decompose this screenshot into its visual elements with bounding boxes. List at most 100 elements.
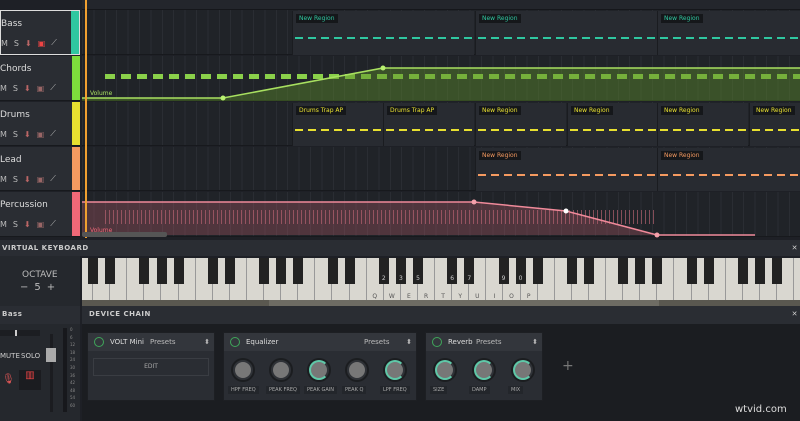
automation-point[interactable] — [563, 208, 569, 214]
device-chain-title: DEVICE CHAIN — [89, 310, 151, 318]
meter-tick: 60 — [70, 402, 76, 408]
black-key[interactable] — [88, 258, 99, 284]
dropdown-arrows-icon[interactable]: ⬍ — [532, 338, 538, 346]
black-key[interactable] — [173, 258, 184, 284]
mixer-track-name: Bass — [2, 310, 23, 318]
playhead[interactable] — [85, 0, 87, 238]
dropdown-arrows-icon[interactable]: ⬍ — [204, 338, 210, 346]
meter-tick: 6 — [70, 334, 73, 340]
keyboard-title: VIRTUAL KEYBOARD — [2, 244, 89, 252]
level-meter — [63, 328, 67, 412]
pan-slider[interactable] — [0, 330, 40, 336]
mute-button[interactable]: MUTE — [0, 352, 20, 360]
automation-point[interactable] — [380, 65, 386, 71]
presets-dropdown[interactable]: Presets — [476, 338, 532, 346]
black-key[interactable] — [566, 258, 577, 284]
device-name: VOLT Mini — [110, 338, 144, 346]
black-key[interactable] — [224, 258, 235, 284]
solo-button[interactable]: SOLO — [21, 352, 40, 360]
black-key[interactable] — [259, 258, 270, 284]
close-icon[interactable]: ✕ — [792, 240, 798, 256]
meter-tick: 30 — [70, 364, 76, 370]
white-key[interactable] — [794, 258, 800, 300]
black-key[interactable] — [772, 258, 783, 284]
black-key[interactable] — [737, 258, 748, 284]
black-key[interactable] — [344, 258, 355, 284]
meter-tick: 42 — [70, 380, 76, 386]
black-key[interactable] — [635, 258, 646, 284]
black-key[interactable]: 7 — [464, 258, 475, 284]
volume-fader[interactable] — [46, 334, 56, 412]
meter-tick: 54 — [70, 395, 76, 401]
piano-keyboard[interactable]: QWERTYUIOP2356790 — [82, 258, 800, 300]
black-key[interactable] — [276, 258, 287, 284]
device-equalizer: Equalizer Presets ⬍ HPF FREQ PEAK FREQ PEAK … — [223, 332, 417, 401]
black-key[interactable]: 5 — [413, 258, 423, 284]
octave-plus-button[interactable]: + — [47, 282, 55, 293]
knob-damp[interactable] — [474, 360, 494, 380]
power-icon[interactable] — [94, 337, 104, 347]
close-icon[interactable]: ✕ — [792, 306, 798, 322]
black-key[interactable] — [703, 258, 714, 284]
meter-tick: 48 — [70, 387, 76, 393]
presets-dropdown[interactable]: Presets — [364, 338, 406, 346]
knob-mix[interactable] — [513, 360, 533, 380]
knob-label: PEAK FREQ — [266, 386, 300, 394]
black-key[interactable] — [156, 258, 167, 284]
automation-point[interactable] — [654, 232, 660, 238]
black-key[interactable] — [105, 258, 116, 284]
black-key[interactable]: 0 — [515, 258, 526, 284]
device-name: Reverb — [448, 338, 473, 346]
piano-input-icon[interactable]: ▥ — [19, 370, 41, 390]
automation-point[interactable] — [471, 199, 477, 205]
knob-hpf-freq[interactable] — [233, 360, 253, 380]
knob-lpf-freq[interactable] — [385, 360, 405, 380]
knob-peak-q[interactable] — [347, 360, 367, 380]
meter-tick: 36 — [70, 372, 76, 378]
presets-dropdown[interactable]: Presets — [150, 338, 204, 346]
black-key[interactable]: 6 — [447, 258, 458, 284]
knob-label: MIX — [508, 386, 524, 394]
knob-label: HPF FREQ — [228, 386, 259, 394]
power-icon[interactable] — [432, 337, 442, 347]
black-key[interactable] — [293, 258, 304, 284]
add-device-button[interactable]: + — [562, 358, 574, 374]
black-key[interactable]: 3 — [395, 258, 406, 284]
black-key[interactable] — [652, 258, 663, 284]
power-icon[interactable] — [230, 337, 240, 347]
edit-button[interactable]: EDIT — [93, 358, 209, 376]
black-key[interactable] — [755, 258, 765, 284]
black-key[interactable] — [327, 258, 338, 284]
automation-point[interactable] — [220, 95, 226, 101]
watermark: wtvid.com — [735, 404, 787, 415]
device-name: Equalizer — [246, 338, 279, 346]
black-key[interactable]: 2 — [378, 258, 389, 284]
device-reverb: Reverb Presets ⬍ SIZE DAMP MIX — [425, 332, 543, 401]
black-key[interactable] — [207, 258, 218, 284]
meter-tick: 12 — [70, 342, 76, 348]
dropdown-arrows-icon[interactable]: ⬍ — [406, 338, 412, 346]
meter-tick: 0 — [70, 327, 73, 332]
percussion-automation-fill — [82, 202, 657, 235]
black-key[interactable] — [584, 258, 594, 284]
knob-label: LPF FREQ — [380, 386, 410, 394]
knob-peak-gain[interactable] — [309, 360, 329, 380]
black-key[interactable] — [139, 258, 150, 284]
automation-layer: Volume Volume — [82, 65, 800, 238]
knob-label: PEAK Q — [342, 386, 367, 394]
meter-tick: 24 — [70, 357, 76, 363]
black-key[interactable] — [532, 258, 543, 284]
mixer-panel: MUTE SOLO 🎙 ▥ 0 6 12 18 24 30 36 42 48 54 60 — [0, 324, 80, 421]
black-key[interactable]: 9 — [498, 258, 509, 284]
black-key[interactable] — [618, 258, 629, 284]
track-scrollbar[interactable] — [82, 232, 167, 237]
knob-size[interactable] — [435, 360, 455, 380]
meter-tick: 18 — [70, 349, 76, 355]
device-chain-header: DEVICE CHAIN ✕ — [82, 306, 800, 324]
octave-minus-button[interactable]: − — [20, 282, 28, 293]
knob-label: DAMP — [469, 386, 490, 394]
black-key[interactable] — [686, 258, 697, 284]
knob-label: PEAK GAIN — [304, 386, 337, 394]
knob-peak-freq[interactable] — [271, 360, 291, 380]
record-arm-icon[interactable]: 🎙 — [2, 374, 15, 385]
